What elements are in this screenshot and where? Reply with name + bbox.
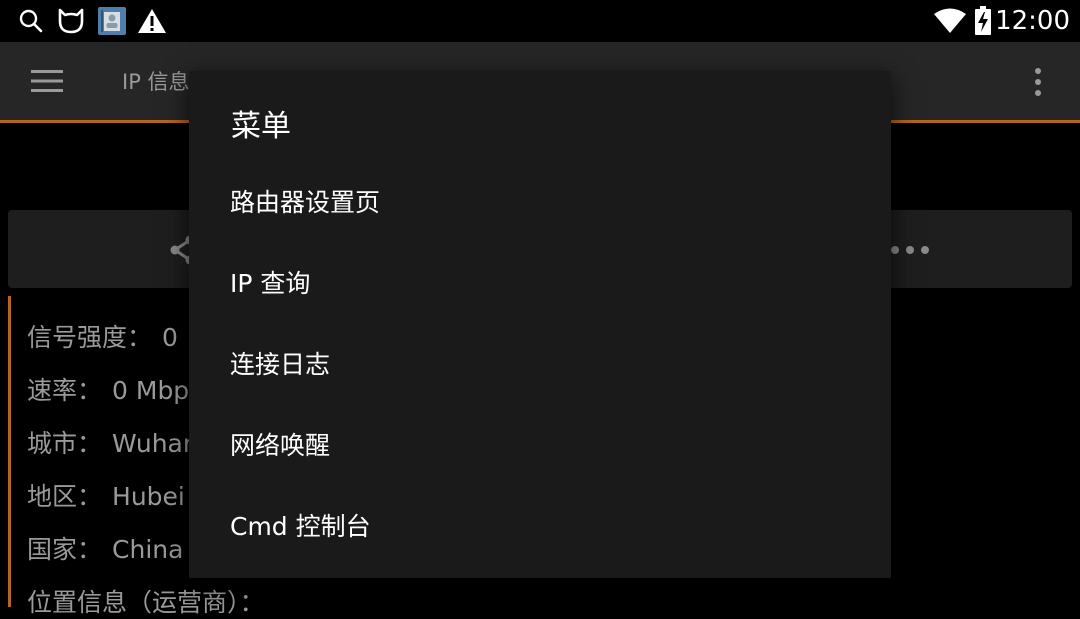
wifi-icon — [932, 0, 968, 42]
info-row-region: 地区： Hubei — [27, 477, 185, 513]
overflow-menu-button[interactable] — [1018, 60, 1058, 104]
page-title: IP 信息 — [122, 70, 190, 94]
info-row-signal: 信号强度： 0 — [27, 318, 178, 354]
info-label: 地区： — [27, 482, 103, 511]
battery-charging-icon — [972, 0, 994, 42]
search-icon — [14, 0, 48, 42]
status-time: 12:00 — [995, 6, 1070, 36]
menu-item-wake-on-lan[interactable]: 网络唤醒 — [189, 404, 891, 484]
warning-icon — [136, 0, 168, 42]
info-label: 城市： — [27, 429, 103, 458]
more-horiz-icon — [891, 246, 929, 254]
info-row-city: 城市： Wuhan — [27, 424, 199, 460]
info-label: 位置信息（运营商）： — [27, 588, 265, 617]
contact-card-icon — [96, 0, 128, 42]
menu-item-connection-log[interactable]: 连接日志 — [189, 323, 891, 403]
menu-item-router-settings[interactable]: 路由器设置页 — [189, 161, 891, 241]
menu-item-ip-lookup[interactable]: IP 查询 — [189, 242, 891, 322]
dialog-title: 菜单 — [231, 109, 291, 144]
menu-item-cmd-console[interactable]: Cmd 控制台 — [189, 485, 891, 565]
cat-icon — [55, 0, 87, 42]
info-row-speed: 速率： 0 Mbps — [27, 371, 202, 407]
info-value: Wuhan — [112, 429, 199, 458]
info-value: China — [112, 535, 184, 564]
more-vert-icon — [1035, 68, 1041, 96]
nav-menu-button[interactable] — [20, 56, 74, 106]
info-label: 信号强度： — [27, 323, 153, 352]
info-row-location: 位置信息（运营商）： — [27, 583, 275, 619]
info-row-country: 国家： China — [27, 530, 183, 566]
info-value: Hubei — [112, 482, 185, 511]
menu-dialog: 菜单 路由器设置页 IP 查询 连接日志 网络唤醒 Cmd 控制台 — [189, 71, 891, 578]
info-label: 速率： — [27, 376, 103, 405]
hamburger-icon — [31, 70, 63, 92]
status-bar: 12:00 — [0, 0, 1080, 42]
info-value: 0 — [162, 323, 178, 352]
info-label: 国家： — [27, 535, 103, 564]
